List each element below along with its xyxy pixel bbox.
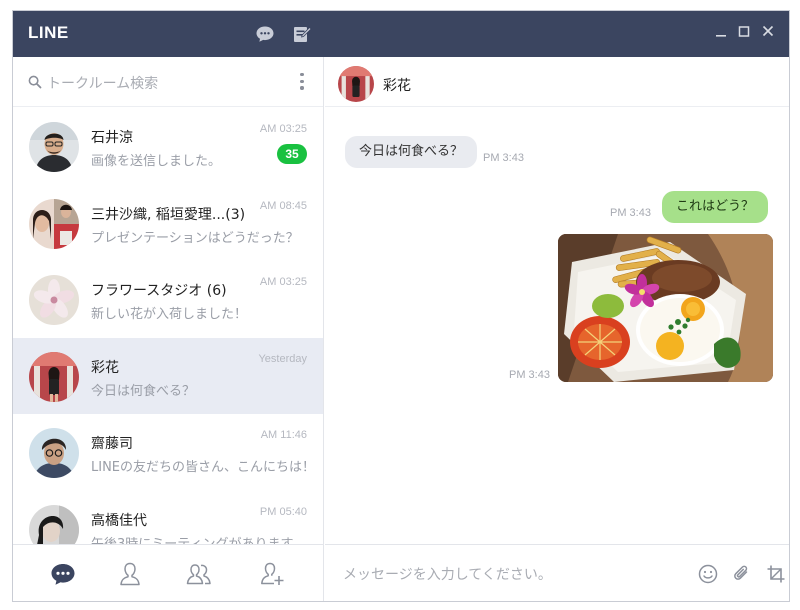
avatar [29, 198, 79, 249]
chat-preview: 今日は何食べる？ [91, 383, 196, 399]
chat-name: 石井涼 [91, 130, 133, 146]
avatar[interactable] [338, 66, 374, 102]
unread-badge: 35 [277, 144, 307, 164]
chat-name: 三井沙織, 稲垣愛理...(3) [91, 206, 246, 223]
line-window: LINE トークルーム検索 石井涼 画像を送信しました。 AM 03:25 35… [12, 10, 790, 602]
search-input[interactable]: トークルーム検索 [47, 73, 158, 93]
add-friend-icon[interactable] [257, 560, 287, 588]
title-bar: LINE [13, 11, 789, 57]
message-time: PM 3:43 [610, 207, 651, 219]
chat-list: 石井涼 画像を送信しました。 AM 03:25 35 三井沙織, 稲垣愛理...… [13, 108, 323, 544]
chat-item[interactable]: フラワースタジオ (6) 新しい花が入荷しました！ AM 03:25 [13, 261, 323, 338]
chat-list-panel: トークルーム検索 石井涼 画像を送信しました。 AM 03:25 35 三井沙織… [13, 57, 324, 601]
avatar [29, 504, 79, 544]
chat-item[interactable]: 齋藤司 LINEの友だちの皆さん、こんにちは！ AM 11:46 [13, 414, 323, 491]
avatar [29, 428, 79, 478]
chat-name: 齋藤司 [91, 436, 133, 452]
message-composer[interactable]: メッセージを入力してください。 [325, 544, 789, 601]
conversation-header: 彩花 [325, 57, 789, 107]
avatar [29, 275, 79, 325]
more-options-icon[interactable] [298, 73, 306, 93]
chat-item[interactable]: 三井沙織, 稲垣愛理...(3) プレゼンテーションはどうだった？ AM 08:… [13, 185, 323, 262]
chat-preview: プレゼンテーションはどうだった？ [91, 230, 299, 246]
chat-time: Yesterday [258, 352, 307, 365]
chat-time: AM 11:46 [260, 429, 307, 441]
chats-icon[interactable] [48, 560, 78, 588]
avatar [29, 122, 79, 172]
chat-preview: 新しい花が入荷しました！ [91, 307, 248, 322]
search-bar[interactable]: トークルーム検索 [13, 57, 323, 107]
message-bubble-incoming: 今日は何食べる？ [345, 136, 478, 168]
chat-bubble-icon[interactable] [255, 24, 275, 44]
app-logo: LINE [28, 23, 69, 42]
maximize-icon[interactable] [734, 22, 754, 44]
chat-preview: LINEの友だちの皆さん、こんにちは！ [91, 460, 316, 475]
emoji-icon[interactable] [697, 563, 719, 585]
friend-icon[interactable] [115, 560, 145, 588]
chat-time: PM 05:40 [259, 505, 307, 518]
chat-item[interactable]: 石井涼 画像を送信しました。 AM 03:25 35 [13, 108, 323, 185]
bottom-nav [13, 544, 323, 601]
message-time: PM 3:43 [483, 152, 524, 164]
chat-time: AM 03:25 [259, 123, 307, 135]
message-time: PM 3:43 [509, 369, 550, 381]
message-input[interactable]: メッセージを入力してください。 [343, 564, 552, 584]
chat-time: AM 03:25 [259, 276, 307, 288]
chat-preview: 午後3時にミーティングがあります。 [91, 536, 306, 545]
chat-item-selected[interactable]: 彩花 今日は何食べる？ Yesterday [13, 337, 323, 414]
food-photo[interactable] [558, 234, 773, 382]
contact-name: 彩花 [383, 78, 411, 94]
attach-icon[interactable] [731, 563, 753, 585]
message-bubble-outgoing: これはどう？ [662, 191, 769, 223]
chat-name: 高橋佳代 [91, 512, 147, 529]
group-icon[interactable] [183, 560, 215, 588]
crop-icon[interactable] [765, 563, 787, 585]
chat-preview: 画像を送信しました。 [91, 154, 222, 169]
compose-icon[interactable] [292, 24, 312, 44]
chat-item[interactable]: 高橋佳代 午後3時にミーティングがあります。 PM 05:40 [13, 491, 323, 545]
close-icon[interactable] [758, 22, 778, 44]
chat-name: 彩花 [91, 359, 119, 376]
chat-name: フラワースタジオ (6) [91, 283, 227, 299]
avatar [29, 351, 79, 402]
minimize-icon[interactable] [711, 22, 731, 44]
conversation-panel: 彩花 今日は何食べる？ PM 3:43 PM 3:43 これはどう？ PM 3:… [325, 57, 789, 601]
search-icon [28, 75, 42, 89]
chat-time: AM 08:45 [259, 199, 307, 212]
